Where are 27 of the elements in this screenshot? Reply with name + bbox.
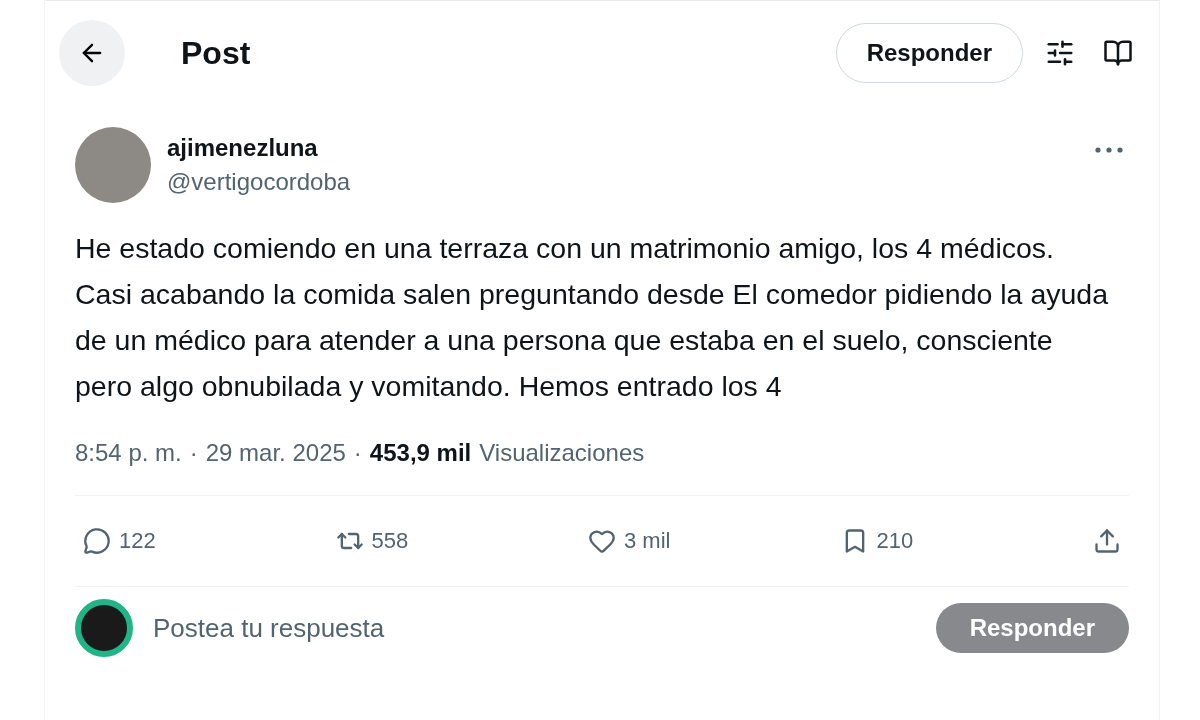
repost-action[interactable]: 558	[335, 527, 496, 555]
reply-button[interactable]: Responder	[835, 23, 1023, 83]
views-label: Visualizaciones	[479, 439, 645, 467]
speech-bubble-icon	[83, 527, 111, 555]
post-text: He estado comiendo en una terraza con un matrimonio amigo, los 4 médicos. Casi acabando la comida salen preguntando desde El comedor pidiendo la ayuda de un médico para atender a una persona que estaba en el suelo, consciente pero algo obnubilada y vomitando. Hemos entrado los 4	[75, 231, 1110, 404]
book-icon	[1103, 38, 1133, 68]
display-name[interactable]: ajimenezluna	[167, 134, 1073, 162]
user-avatar	[75, 599, 133, 657]
action-count: 558	[371, 528, 409, 554]
post-date[interactable]: 29 mar. 2025	[205, 439, 346, 467]
separator-dot: ·	[353, 439, 362, 467]
like-action[interactable]: 3 mil	[588, 527, 748, 555]
action-count: 3 mil	[624, 528, 671, 554]
share-icon	[1093, 527, 1121, 555]
page-title: Post	[181, 34, 252, 72]
reply-action[interactable]: 122	[83, 527, 243, 555]
share-action[interactable]	[1093, 527, 1121, 555]
sliders-icon	[1045, 38, 1075, 68]
separator-dot: ·	[189, 439, 198, 467]
more-icon	[1095, 147, 1123, 153]
views-count: 453,9 mil	[369, 439, 472, 467]
action-count: 210	[876, 528, 914, 554]
post-time[interactable]: 8:54 p. m.	[75, 439, 182, 467]
heart-icon	[588, 527, 616, 555]
action-count: 122	[119, 528, 156, 554]
user-handle[interactable]: @vertigocordoba	[167, 168, 1073, 196]
bookmark-action[interactable]: 210	[840, 527, 1001, 555]
